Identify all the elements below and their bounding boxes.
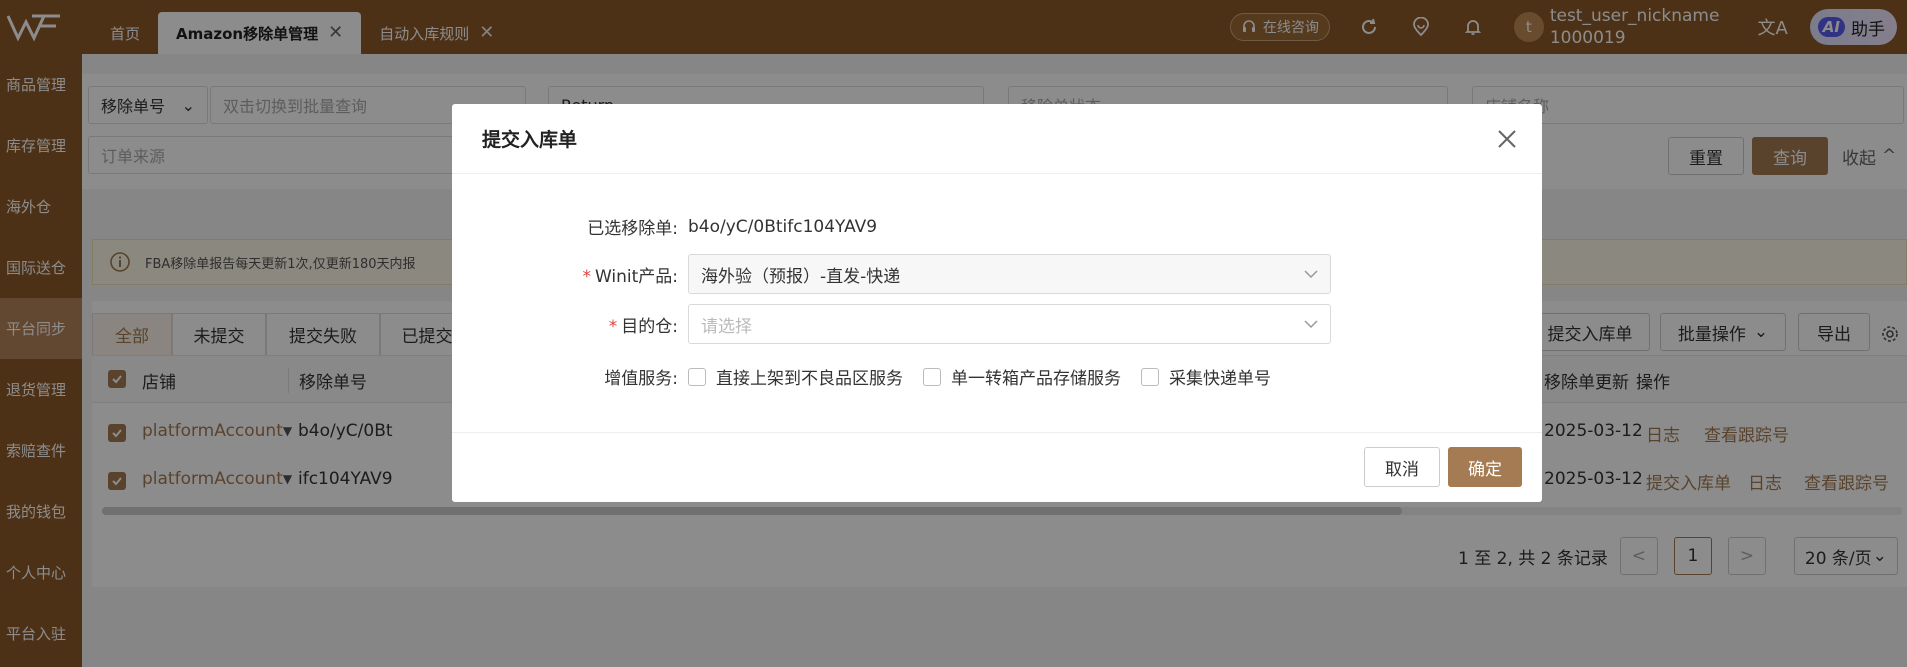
destination-warehouse-row: * 目的仓: 请选择 bbox=[452, 304, 1331, 344]
service-option-label: 直接上架到不良品区服务 bbox=[716, 369, 903, 389]
service-option-label: 单一转箱产品存储服务 bbox=[951, 369, 1121, 389]
product-value: 海外验（预报）-直发-快递 bbox=[701, 266, 901, 287]
selected-removal-row: 已选移除单: b4o/yC/0Btifc104YAV9 bbox=[452, 214, 878, 240]
checkbox-unchecked-icon bbox=[688, 367, 706, 386]
service-collect-tracking-checkbox[interactable]: 采集快递单号 bbox=[1141, 364, 1271, 389]
cancel-button[interactable]: 取消 bbox=[1364, 447, 1440, 487]
winit-product-row: * Winit产品: 海外验（预报）-直发-快递 bbox=[452, 254, 1331, 294]
chevron-down-icon bbox=[1304, 320, 1318, 329]
product-label-text: Winit产品: bbox=[594, 266, 678, 287]
value-added-services-row: 增值服务: 直接上架到不良品区服务 单一转箱产品存储服务 采集快递单号 bbox=[452, 364, 1291, 389]
checkbox-unchecked-icon bbox=[1141, 367, 1159, 386]
service-single-box-storage-checkbox[interactable]: 单一转箱产品存储服务 bbox=[923, 364, 1121, 389]
warehouse-placeholder: 请选择 bbox=[701, 316, 752, 337]
dialog-footer: 取消 确定 bbox=[452, 432, 1542, 502]
service-label: 增值服务: bbox=[604, 369, 678, 389]
selected-value: b4o/yC/0Btifc104YAV9 bbox=[688, 216, 878, 237]
winit-product-select[interactable]: 海外验（预报）-直发-快递 bbox=[688, 254, 1331, 294]
warehouse-label: * 目的仓: bbox=[452, 312, 688, 337]
confirm-button[interactable]: 确定 bbox=[1448, 447, 1522, 487]
service-option-label: 采集快递单号 bbox=[1169, 369, 1271, 389]
service-defective-shelf-checkbox[interactable]: 直接上架到不良品区服务 bbox=[688, 364, 903, 389]
required-mark: * bbox=[582, 266, 591, 287]
chevron-down-icon bbox=[1304, 270, 1318, 279]
checkbox-unchecked-icon bbox=[923, 367, 941, 386]
product-label: * Winit产品: bbox=[452, 262, 688, 287]
dialog-header: 提交入库单 bbox=[452, 104, 1542, 174]
warehouse-label-text: 目的仓: bbox=[621, 316, 678, 337]
required-mark: * bbox=[608, 316, 618, 337]
submit-inbound-dialog: 提交入库单 已选移除单: b4o/yC/0Btifc104YAV9 * Winit… bbox=[452, 104, 1542, 502]
destination-warehouse-select[interactable]: 请选择 bbox=[688, 304, 1331, 344]
selected-label: 已选移除单: bbox=[587, 219, 678, 239]
dialog-title: 提交入库单 bbox=[482, 129, 578, 151]
close-icon[interactable] bbox=[1494, 126, 1520, 152]
